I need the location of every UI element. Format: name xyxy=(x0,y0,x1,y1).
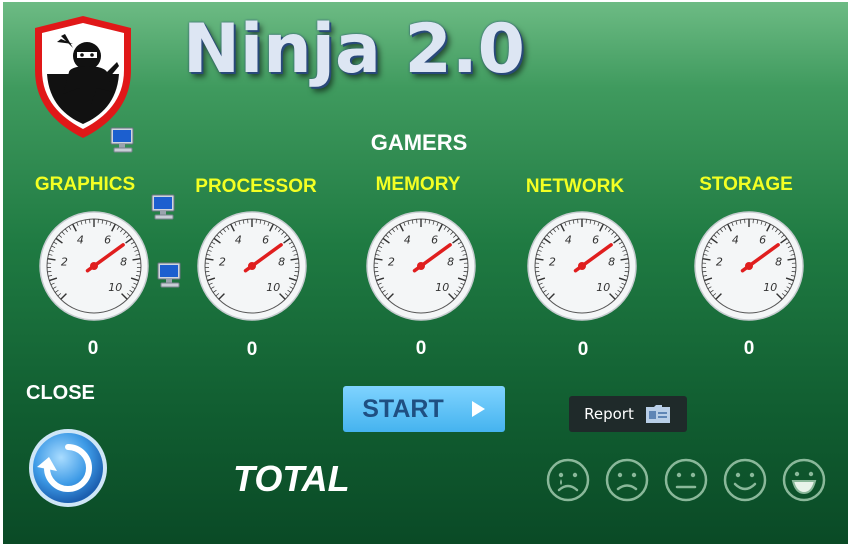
monitor-icon xyxy=(151,194,175,220)
gauge-hub xyxy=(90,262,98,270)
gauge-label-storage: STORAGE xyxy=(699,174,793,195)
gauge-tick-label: 8 xyxy=(120,255,127,268)
gauge-tick-label: 8 xyxy=(447,255,454,268)
gauge-label-network: NETWORK xyxy=(525,176,625,197)
gauge-tick-label: 6 xyxy=(262,233,269,246)
gauge-processor: 24 68 10 xyxy=(197,211,307,321)
gauge-tick-label: 10 xyxy=(596,281,610,294)
play-arrow-icon xyxy=(471,401,485,417)
gauge-tick-label: 4 xyxy=(235,233,242,246)
gauge-hub xyxy=(248,262,256,270)
gauge-tick xyxy=(463,271,468,273)
gauge-tick-label: 10 xyxy=(266,281,280,294)
report-button[interactable]: Report xyxy=(569,396,687,432)
gauge-tick-label: 10 xyxy=(763,281,777,294)
close-label: CLOSE xyxy=(26,382,95,404)
grin-face-icon[interactable] xyxy=(782,458,826,502)
report-label: Report xyxy=(584,405,634,423)
total-label: TOTAL xyxy=(233,458,350,499)
gauge-tick xyxy=(47,271,52,273)
start-button[interactable]: START xyxy=(343,386,505,432)
gauge-tick-label: 2 xyxy=(716,255,723,268)
gauge-tick-label: 4 xyxy=(565,233,572,246)
gauge-tick-label: 8 xyxy=(775,255,782,268)
gauge-tick-label: 10 xyxy=(108,281,122,294)
gauge-tick-label: 2 xyxy=(219,255,226,268)
gauge-storage: 24 68 10 xyxy=(694,211,804,321)
gauge-tick xyxy=(205,271,210,273)
gauge-value-processor: 0 xyxy=(246,339,258,360)
gauge-tick-label: 2 xyxy=(61,255,68,268)
gauge-tick-label: 4 xyxy=(404,233,411,246)
neutral-face-icon[interactable] xyxy=(664,458,708,502)
gauge-value-storage: 0 xyxy=(743,338,755,359)
monitor-icon xyxy=(157,262,181,288)
gauge-memory: 24 68 10 xyxy=(366,211,476,321)
gauge-tick-label: 8 xyxy=(278,255,285,268)
gauge-tick xyxy=(374,271,379,273)
gauge-hub xyxy=(417,262,425,270)
gauge-tick xyxy=(791,271,796,273)
gauge-tick-label: 6 xyxy=(592,233,599,246)
gauge-tick-label: 4 xyxy=(732,233,739,246)
gauge-tick xyxy=(535,271,540,273)
close-button[interactable] xyxy=(27,427,109,509)
gauge-tick-label: 6 xyxy=(104,233,111,246)
gauge-label-memory: MEMORY xyxy=(375,174,461,195)
gauge-tick xyxy=(624,271,629,273)
gauge-tick-label: 4 xyxy=(77,233,84,246)
gauge-label-graphics: GRAPHICS xyxy=(34,174,136,195)
page-subtitle: GAMERS xyxy=(370,130,468,155)
gauge-value-memory: 0 xyxy=(415,338,427,359)
crying-face-icon[interactable] xyxy=(546,458,590,502)
gauge-network: 24 68 10 xyxy=(527,211,637,321)
gauge-tick xyxy=(136,271,141,273)
sad-face-icon[interactable] xyxy=(605,458,649,502)
gauge-value-graphics: 0 xyxy=(87,338,99,359)
gauge-tick-label: 2 xyxy=(549,255,556,268)
start-label: START xyxy=(362,394,444,423)
monitor-icon xyxy=(110,127,134,153)
gauge-tick xyxy=(702,271,707,273)
smile-face-icon[interactable] xyxy=(723,458,767,502)
gauge-tick xyxy=(294,271,299,273)
app-title: Ninja 2.0 xyxy=(183,10,525,89)
gauge-hub xyxy=(578,262,586,270)
gauge-tick-label: 6 xyxy=(759,233,766,246)
gauge-tick-label: 6 xyxy=(431,233,438,246)
gauge-tick-label: 8 xyxy=(608,255,615,268)
gauge-graphics: 24 68 10 xyxy=(39,211,149,321)
gauge-label-processor: PROCESSOR xyxy=(195,176,317,197)
id-card-icon xyxy=(645,405,670,423)
gauge-tick-label: 2 xyxy=(388,255,395,268)
gauge-tick-label: 10 xyxy=(435,281,449,294)
gauge-value-network: 0 xyxy=(577,339,589,360)
gauge-hub xyxy=(745,262,753,270)
ninja-shield-logo xyxy=(35,16,131,138)
app-window: Ninja 2.0 GAMERS GRAPHICS PROCESSOR MEMO… xyxy=(3,2,848,544)
